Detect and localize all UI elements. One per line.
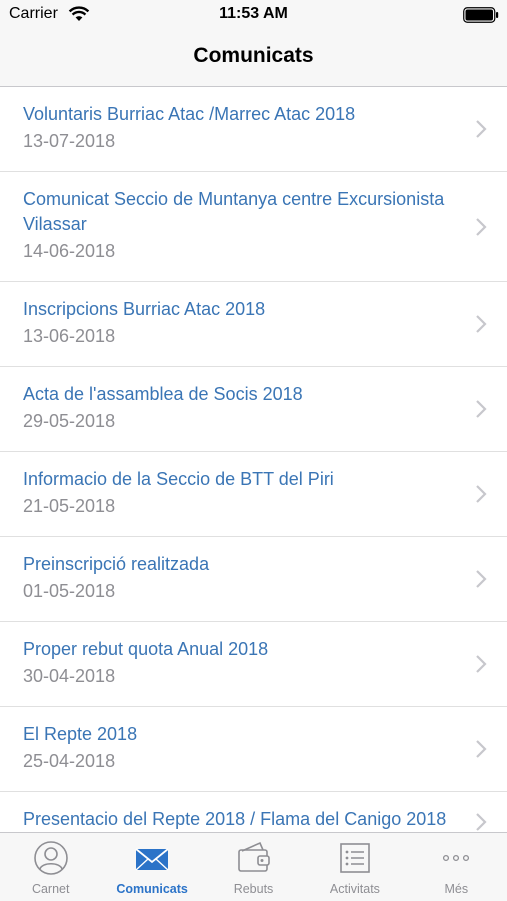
list-item-title: Inscripcions Burriac Atac 2018 bbox=[23, 299, 266, 319]
list-item[interactable]: Acta de l'assamblea de Socis 2018 29-05-… bbox=[0, 367, 507, 452]
person-icon bbox=[33, 841, 68, 875]
list-item-date: 13-06-2018 bbox=[23, 326, 116, 346]
tab-label: Carnet bbox=[31, 882, 70, 896]
more-icon bbox=[443, 854, 470, 862]
list-item-title: Voluntaris Burriac Atac /Marrec Atac 201… bbox=[23, 104, 356, 124]
list-item[interactable]: Informacio de la Seccio de BTT del Piri … bbox=[0, 452, 507, 537]
list-item-date: 13-07-2018 bbox=[23, 131, 116, 151]
list-item-title: Comunicat Seccio de Muntanya centre Excu… bbox=[23, 189, 445, 234]
list-item[interactable]: Proper rebut quota Anual 2018 30-04-2018 bbox=[0, 622, 507, 707]
tab-label: Activitats bbox=[329, 882, 380, 896]
tab-mes[interactable]: Més bbox=[406, 833, 507, 901]
battery-icon bbox=[463, 7, 499, 23]
page-title: Comunicats bbox=[193, 44, 314, 67]
list-item-title: El Repte 2018 bbox=[23, 724, 138, 744]
list-item-title: Presentacio del Repte 2018 / Flama del C… bbox=[23, 809, 447, 829]
list-item[interactable]: El Repte 2018 25-04-2018 bbox=[0, 707, 507, 792]
navigation-bar: Comunicats bbox=[0, 30, 507, 87]
list-item-title: Informacio de la Seccio de BTT del Piri bbox=[23, 469, 334, 489]
chevron-right-icon bbox=[476, 217, 487, 236]
tab-bar: Carnet Comunicats Rebuts Activitats Més bbox=[0, 832, 507, 901]
tab-label: Rebuts bbox=[233, 882, 274, 896]
list-item-date: 14-06-2018 bbox=[23, 241, 116, 261]
list-item-date: 29-05-2018 bbox=[23, 411, 116, 431]
list-item[interactable]: Presentacio del Repte 2018 / Flama del C… bbox=[0, 792, 507, 832]
wallet-icon bbox=[237, 841, 270, 872]
chevron-right-icon bbox=[476, 570, 487, 588]
list-item-date: 30-04-2018 bbox=[23, 666, 116, 686]
chevron-right-icon bbox=[476, 655, 487, 673]
tab-label: Comunicats bbox=[116, 882, 188, 896]
chevron-right-icon bbox=[476, 120, 487, 138]
tab-activitats[interactable]: Activitats bbox=[304, 833, 405, 901]
list-item-date: 21-05-2018 bbox=[23, 496, 116, 516]
list-item-title: Acta de l'assamblea de Socis 2018 bbox=[23, 384, 303, 404]
chevron-right-icon bbox=[476, 485, 487, 503]
tab-carnet[interactable]: Carnet bbox=[0, 833, 101, 901]
comunicats-list[interactable]: Voluntaris Burriac Atac /Marrec Atac 201… bbox=[0, 87, 507, 832]
list-item[interactable]: Voluntaris Burriac Atac /Marrec Atac 201… bbox=[0, 87, 507, 172]
status-bar: Carrier 11:53 AM bbox=[0, 0, 507, 30]
tab-label: Més bbox=[444, 882, 469, 896]
status-time: 11:53 AM bbox=[219, 5, 288, 22]
list-item[interactable]: Preinscripció realitzada 01-05-2018 bbox=[0, 537, 507, 622]
list-item-date: 25-04-2018 bbox=[23, 751, 116, 771]
list-icon bbox=[340, 843, 370, 873]
tab-rebuts[interactable]: Rebuts bbox=[203, 833, 304, 901]
list-item-title: Proper rebut quota Anual 2018 bbox=[23, 639, 269, 659]
chevron-right-icon bbox=[476, 812, 487, 831]
envelope-icon bbox=[135, 848, 169, 871]
tab-comunicats[interactable]: Comunicats bbox=[101, 833, 202, 901]
list-item[interactable]: Comunicat Seccio de Muntanya centre Excu… bbox=[0, 172, 507, 282]
chevron-right-icon bbox=[476, 740, 487, 758]
chevron-right-icon bbox=[476, 400, 487, 418]
list-item-date: 01-05-2018 bbox=[23, 581, 116, 601]
chevron-right-icon bbox=[476, 315, 487, 333]
list-item-title: Preinscripció realitzada bbox=[23, 554, 210, 574]
list-item[interactable]: Inscripcions Burriac Atac 2018 13-06-201… bbox=[0, 282, 507, 367]
